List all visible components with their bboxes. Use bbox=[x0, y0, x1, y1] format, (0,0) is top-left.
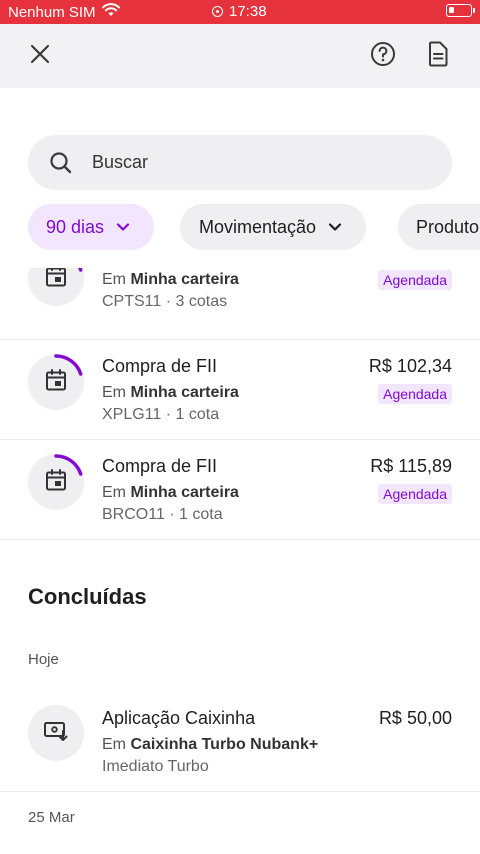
transaction-title: Compra de FII bbox=[102, 356, 218, 376]
transaction-account: Em Caixinha Turbo Nubank+ bbox=[102, 736, 319, 753]
transaction-icon-circle bbox=[28, 354, 84, 410]
divider bbox=[0, 791, 480, 792]
clock: 17:38 bbox=[229, 3, 267, 20]
search-icon bbox=[48, 150, 74, 176]
filter-chip-label: Movimentação bbox=[199, 216, 317, 237]
section-title: Concluídas bbox=[28, 584, 147, 609]
transaction-detail: CPTS11 · 3 cotas bbox=[102, 293, 228, 310]
status-badge: Agendada bbox=[378, 484, 452, 504]
filter-chip-label: Produto bbox=[416, 216, 480, 237]
document-button[interactable] bbox=[420, 38, 456, 74]
screen-record-icon bbox=[212, 6, 223, 17]
help-button[interactable] bbox=[365, 38, 401, 74]
progress-arc bbox=[54, 354, 83, 376]
close-icon bbox=[29, 43, 51, 70]
status-badge: Agendada bbox=[378, 384, 452, 404]
transaction-title: Compra de FII bbox=[102, 456, 218, 476]
transaction-icon-circle bbox=[28, 705, 84, 761]
divider bbox=[0, 539, 480, 540]
top-bar bbox=[0, 24, 480, 88]
filter-chips: 90 dias Movimentação Produto bbox=[28, 204, 480, 250]
transaction-icon-circle bbox=[28, 268, 84, 306]
status-bar: Nenhum SIM 17:38 bbox=[0, 0, 480, 24]
status-center: 17:38 bbox=[212, 3, 267, 20]
status-right bbox=[446, 4, 475, 17]
transaction-detail: BRCO11 · 1 cota bbox=[102, 506, 223, 523]
savings-deposit-icon bbox=[43, 719, 69, 748]
list-item[interactable]: Compra de FII Em Minha carteira BRCO11 ·… bbox=[0, 440, 480, 540]
date-group-label: Hoje bbox=[28, 651, 59, 668]
transaction-detail: Imediato Turbo bbox=[102, 758, 209, 775]
status-badge: Agendada bbox=[378, 270, 452, 290]
battery-icon bbox=[446, 4, 475, 17]
transaction-amount: R$ 102,34 bbox=[368, 356, 452, 376]
transaction-detail: XPLG11 · 1 cota bbox=[102, 406, 220, 423]
list-item[interactable]: Aplicação Caixinha Em Caixinha Turbo Nub… bbox=[0, 690, 480, 792]
transaction-account: Em Minha carteira bbox=[102, 384, 239, 401]
transaction-list: Em Minha carteira CPTS11 · 3 cotas Agend… bbox=[0, 268, 480, 854]
wifi-icon bbox=[101, 3, 120, 21]
list-item[interactable]: Compra de FII Em Minha carteira XPLG11 ·… bbox=[0, 340, 480, 440]
status-left: Nenhum SIM bbox=[8, 3, 120, 21]
transaction-account: Em Minha carteira bbox=[102, 484, 239, 501]
filter-chip-label: 90 dias bbox=[46, 216, 105, 237]
progress-arc bbox=[77, 268, 83, 272]
transaction-title: Aplicação Caixinha bbox=[102, 708, 256, 728]
transaction-icon-circle bbox=[28, 454, 84, 510]
search-bar[interactable] bbox=[28, 135, 452, 190]
filter-chip-product[interactable]: Produto bbox=[398, 204, 480, 250]
close-button[interactable] bbox=[22, 38, 58, 74]
chevron-down-icon bbox=[114, 218, 132, 236]
transaction-amount: R$ 115,89 bbox=[370, 456, 452, 476]
help-circle-icon bbox=[370, 41, 396, 72]
list-item[interactable]: Em Minha carteira CPTS11 · 3 cotas Agend… bbox=[0, 268, 480, 338]
filter-chip-period[interactable]: 90 dias bbox=[28, 204, 155, 250]
transaction-amount: R$ 50,00 bbox=[378, 708, 452, 728]
chevron-down-icon bbox=[326, 218, 344, 236]
search-input[interactable] bbox=[92, 152, 412, 173]
date-group-label: 25 Mar bbox=[28, 809, 75, 826]
transaction-account: Em Minha carteira bbox=[102, 271, 239, 288]
progress-arc bbox=[54, 454, 83, 476]
carrier-label: Nenhum SIM bbox=[8, 3, 96, 21]
document-icon bbox=[427, 41, 449, 72]
filter-chip-type[interactable]: Movimentação bbox=[180, 204, 367, 250]
